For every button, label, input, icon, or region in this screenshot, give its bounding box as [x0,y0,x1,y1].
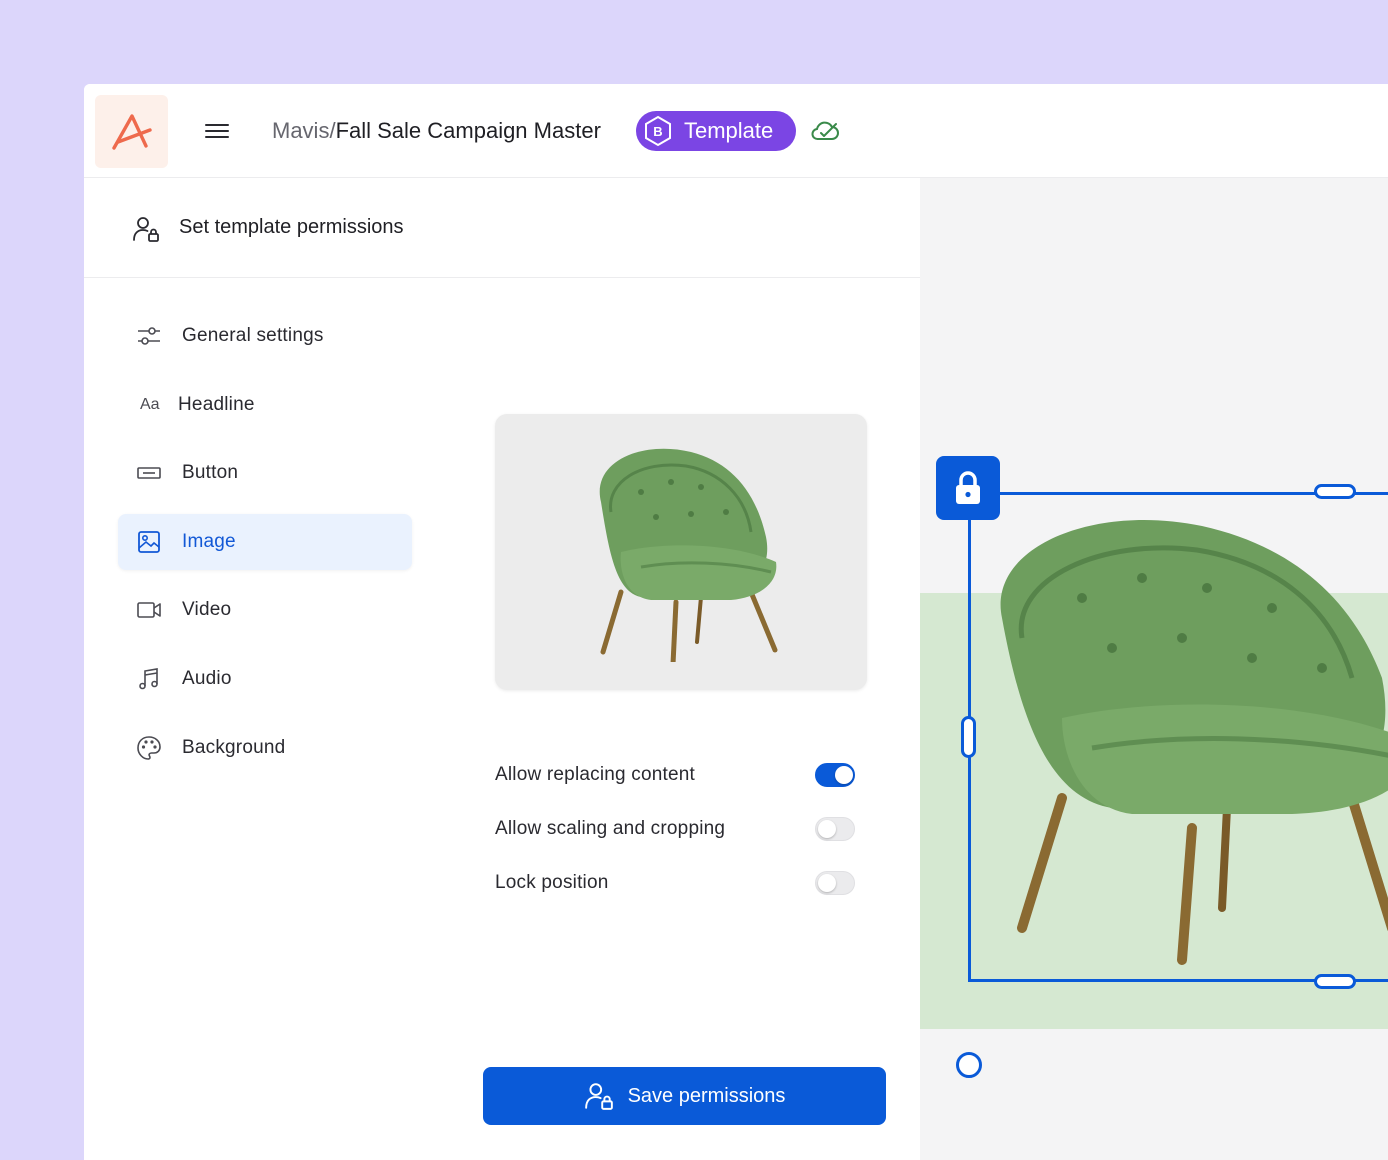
resize-handle-left[interactable] [961,716,976,758]
top-bar: Mavis/Fall Sale Campaign Master B Templa… [84,84,1388,178]
toggle-knob [835,766,853,784]
option-allow-replacing-content: Allow replacing content [495,748,855,802]
nav-item-button[interactable]: Button [118,445,412,501]
document-title[interactable]: Fall Sale Campaign Master [336,118,601,143]
permissions-panel: Set template permissions General setting… [84,178,920,1160]
toggle-knob [818,820,836,838]
hexagon-b-icon: B [645,115,671,147]
user-lock-icon [133,217,159,242]
cloud-check-icon [811,121,839,140]
lock-button[interactable] [936,456,1000,520]
nav-item-headline[interactable]: Aa Headline [118,377,412,433]
allow-scaling-toggle[interactable] [815,817,855,841]
breadcrumb: Mavis/Fall Sale Campaign Master [272,116,601,146]
hamburger-icon [205,124,229,138]
nav-item-label: Headline [178,393,255,415]
nav-item-background[interactable]: Background [118,720,412,776]
nav-item-label: Image [182,530,236,552]
hamburger-menu-button[interactable] [204,120,230,142]
element-nav: General settings Aa Headline Button Imag… [118,308,412,788]
option-label: Allow scaling and cropping [495,818,726,839]
template-badge[interactable]: B Template [636,111,796,151]
nav-item-image[interactable]: Image [118,513,412,570]
design-canvas[interactable] [920,178,1388,1160]
music-icon [136,666,162,692]
logo-icon [111,113,152,150]
video-icon [136,597,162,623]
selection-frame[interactable] [968,492,1388,982]
panel-header: Set template permissions [84,178,920,278]
nav-item-audio[interactable]: Audio [118,651,412,707]
panel-title: Set template permissions [179,216,404,238]
save-permissions-label: Save permissions [627,1084,786,1107]
nav-item-general-settings[interactable]: General settings [118,308,412,364]
chair-thumbnail-image [599,448,778,662]
option-label: Allow replacing content [495,764,695,785]
permission-options: Allow replacing content Allow scaling an… [495,748,855,910]
nav-item-video[interactable]: Video [118,582,412,638]
user-lock-icon [584,1083,613,1110]
resize-handle-top[interactable] [1314,484,1356,499]
lock-icon [956,471,980,504]
app-window: Mavis/Fall Sale Campaign Master B Templa… [84,84,1388,1160]
palette-icon [136,735,162,761]
nav-item-label: Audio [182,667,232,689]
image-icon [136,529,162,555]
save-permissions-button[interactable]: Save permissions [483,1067,886,1125]
option-lock-position: Lock position [495,856,855,910]
app-logo[interactable] [95,95,168,168]
sliders-icon [136,323,162,349]
nav-item-label: Video [182,599,232,621]
nav-item-label: General settings [182,325,324,346]
nav-item-label: Button [182,462,239,484]
resize-handle-corner[interactable] [956,1052,982,1078]
allow-replacing-toggle[interactable] [815,763,855,787]
toggle-knob [818,874,836,892]
breadcrumb-org[interactable]: Mavis/ [272,118,336,143]
option-label: Lock position [495,872,609,893]
option-allow-scaling-cropping: Allow scaling and cropping [495,802,855,856]
nav-item-label: Background [182,736,286,758]
button-icon [136,460,162,486]
resize-handle-bottom[interactable] [1314,974,1356,989]
image-preview[interactable] [495,414,867,690]
lock-position-toggle[interactable] [815,871,855,895]
typography-icon: Aa [140,395,160,413]
svg-text:B: B [653,124,662,139]
template-badge-label: Template [684,118,774,143]
